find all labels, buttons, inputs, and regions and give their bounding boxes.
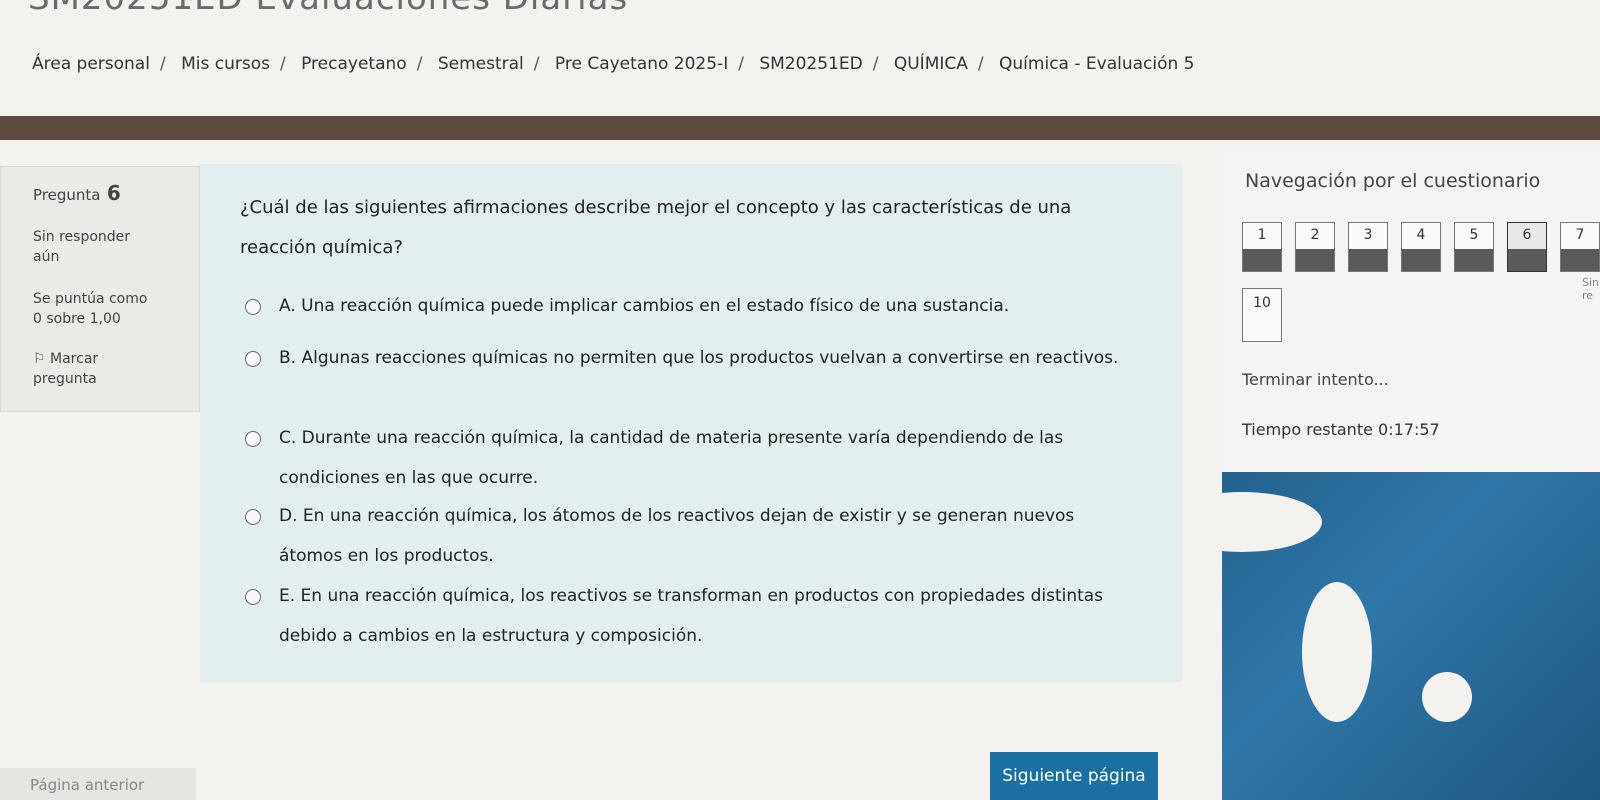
breadcrumb-item-course-code[interactable]: SM20251ED — [759, 54, 862, 74]
breadcrumb-item-pre-cayetano[interactable]: Pre Cayetano 2025-I — [555, 54, 728, 74]
answer-text: B. Algunas reacciones químicas no permit… — [279, 348, 1119, 368]
nav-question-5[interactable]: 5 — [1454, 222, 1494, 272]
question-info-panel: Pregunta 6 Sin responder aún Se puntúa c… — [0, 166, 200, 412]
radio-button[interactable] — [245, 509, 261, 525]
nav-question-10[interactable]: 10 — [1242, 288, 1282, 342]
nav-status-label: Sin re — [1582, 276, 1600, 302]
nav-question-number: 5 — [1469, 227, 1479, 243]
radio-button[interactable] — [245, 299, 261, 315]
flag-question-link[interactable]: ⚐ Marcar pregunta — [33, 349, 199, 389]
nav-question-3[interactable]: 3 — [1348, 222, 1388, 272]
radio-button[interactable] — [245, 351, 261, 367]
nav-question-2[interactable]: 2 — [1295, 222, 1335, 272]
breadcrumb-item-mis-cursos[interactable]: Mis cursos — [181, 54, 270, 74]
quiz-navigation-title: Navegación por el cuestionario — [1245, 170, 1541, 192]
breadcrumb-item-precayetano[interactable]: Precayetano — [301, 54, 407, 74]
status-text-2: aún — [33, 249, 60, 265]
question-label: Pregunta — [33, 186, 101, 204]
answer-text: D. En una reacción química, los átomos d… — [279, 506, 1075, 566]
breadcrumb: Área personal / Mis cursos / Precayetano / … — [32, 54, 1195, 74]
breadcrumb-item-semestral[interactable]: Semestral — [438, 54, 524, 74]
radio-button[interactable] — [245, 589, 261, 605]
time-remaining: Tiempo restante 0:17:57 — [1242, 420, 1440, 439]
next-page-button[interactable]: Siguiente página — [990, 752, 1158, 800]
question-text: ¿Cuál de las siguientes afirmaciones des… — [240, 197, 1072, 258]
answer-text: C. Durante una reacción química, la cant… — [279, 428, 1064, 488]
header-band — [0, 116, 1600, 140]
nav-question-number: 7 — [1575, 227, 1585, 243]
nav-question-number: 1 — [1257, 227, 1267, 243]
radio-button[interactable] — [245, 431, 261, 447]
breadcrumb-item-evaluacion[interactable]: Química - Evaluación 5 — [999, 54, 1194, 74]
nav-question-number: 6 — [1522, 227, 1532, 243]
status-text: Sin responder — [33, 229, 131, 245]
flag-icon: ⚐ — [33, 351, 46, 367]
breadcrumb-item-quimica[interactable]: QUÍMICA — [894, 54, 968, 74]
nav-question-number: 3 — [1363, 227, 1373, 243]
nav-question-number: 10 — [1253, 295, 1271, 311]
page-header-title: SM20251ED Evaluaciones Diarias — [28, 0, 628, 18]
nav-question-6[interactable]: 6 — [1507, 222, 1547, 272]
nav-question-number: 4 — [1416, 227, 1426, 243]
flag-label-2: pregunta — [33, 371, 97, 387]
answer-text: E. En una reacción química, los reactivo… — [279, 586, 1104, 646]
nav-question-number: 2 — [1310, 227, 1320, 243]
finish-attempt-link[interactable]: Terminar intento... — [1242, 370, 1389, 389]
decorative-banner-image — [1222, 472, 1600, 800]
previous-page-button[interactable]: Página anterior — [0, 768, 196, 800]
score-label: Se puntúa como — [33, 291, 148, 307]
timer-value: 0:17:57 — [1378, 420, 1440, 439]
breadcrumb-item-area-personal[interactable]: Área personal — [32, 54, 150, 74]
score-value: 0 sobre 1,00 — [33, 311, 121, 327]
nav-question-7[interactable]: 7 — [1560, 222, 1600, 272]
nav-question-1[interactable]: 1 — [1242, 222, 1282, 272]
flag-label: Marcar — [50, 351, 99, 367]
question-number: 6 — [106, 181, 121, 205]
nav-question-4[interactable]: 4 — [1401, 222, 1441, 272]
answer-text: A. Una reacción química puede implicar c… — [279, 296, 1010, 316]
timer-label: Tiempo restante — [1242, 420, 1373, 439]
